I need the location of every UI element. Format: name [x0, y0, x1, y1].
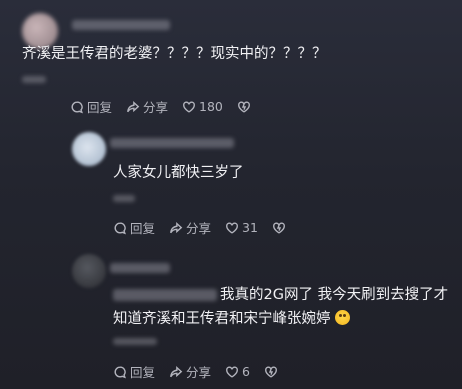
share-button[interactable]: 分享 [169, 362, 211, 381]
reply-icon [114, 221, 126, 234]
avatar[interactable] [72, 132, 106, 166]
share-icon [170, 221, 183, 233]
reply-icon [114, 365, 126, 378]
comment-text: 齐溪是王传君的老婆？？？？现实中的？？？？ [22, 46, 327, 62]
like-button[interactable]: 6 [225, 364, 250, 379]
comment-text-line1: 我真的2G网了 我今天刷到去搜了才 [220, 287, 449, 303]
dislike-button[interactable] [272, 221, 286, 235]
like-count: 180 [199, 99, 223, 114]
username[interactable] [110, 263, 170, 273]
share-icon [127, 100, 140, 112]
reply-button[interactable]: 回复 [70, 97, 112, 116]
comment-prefix-blurred [113, 289, 217, 301]
heart-icon [183, 100, 195, 113]
dislike-heart-icon [272, 221, 285, 234]
avatar[interactable] [72, 254, 106, 288]
comment-actions: 回复 分享 180 [70, 97, 251, 116]
like-button[interactable]: 180 [182, 99, 223, 114]
reply-button[interactable]: 回复 [113, 218, 155, 237]
username[interactable] [110, 138, 234, 148]
share-button[interactable]: 分享 [169, 218, 211, 237]
like-count: 6 [242, 364, 250, 379]
like-count: 31 [242, 220, 258, 235]
dislike-button[interactable] [264, 365, 278, 379]
share-button[interactable]: 分享 [126, 97, 168, 116]
comment-meta [22, 76, 46, 83]
dislike-heart-icon [237, 100, 250, 113]
reply-button[interactable]: 回复 [113, 362, 155, 381]
comment-item: 人家女儿都快三岁了 回复 分享 31 [0, 125, 462, 245]
comment-item: 齐溪是王传君的老婆？？？？现实中的？？？？ 回复 分享 180 [0, 0, 462, 125]
comment-text-line2-content: 知道齐溪和王传君和宋宁峰张婉婷 [113, 311, 331, 327]
reply-icon [71, 100, 83, 113]
comment-actions: 回复 分享 31 [113, 218, 286, 237]
heart-icon [226, 221, 238, 234]
share-label: 分享 [186, 221, 212, 236]
username[interactable] [72, 20, 170, 30]
comment-meta [113, 195, 135, 202]
heart-icon [226, 365, 238, 378]
reply-label: 回复 [130, 221, 156, 236]
reply-label: 回复 [130, 365, 156, 380]
comment-actions: 回复 分享 6 [113, 362, 278, 381]
comment-text-line2: 知道齐溪和王传君和宋宁峰张婉婷 [113, 308, 350, 330]
share-label: 分享 [143, 100, 169, 115]
comment-text: 人家女儿都快三岁了 [113, 165, 244, 181]
comment-item: 我真的2G网了 我今天刷到去搜了才 知道齐溪和王传君和宋宁峰张婉婷 回复 分享 … [0, 245, 462, 389]
comment-meta [113, 338, 157, 345]
smiling-emoji-icon [334, 310, 350, 325]
reply-label: 回复 [87, 100, 113, 115]
dislike-heart-icon [265, 365, 277, 378]
dislike-button[interactable] [237, 100, 251, 114]
share-label: 分享 [186, 365, 212, 380]
share-icon [170, 365, 183, 377]
like-button[interactable]: 31 [225, 220, 258, 235]
